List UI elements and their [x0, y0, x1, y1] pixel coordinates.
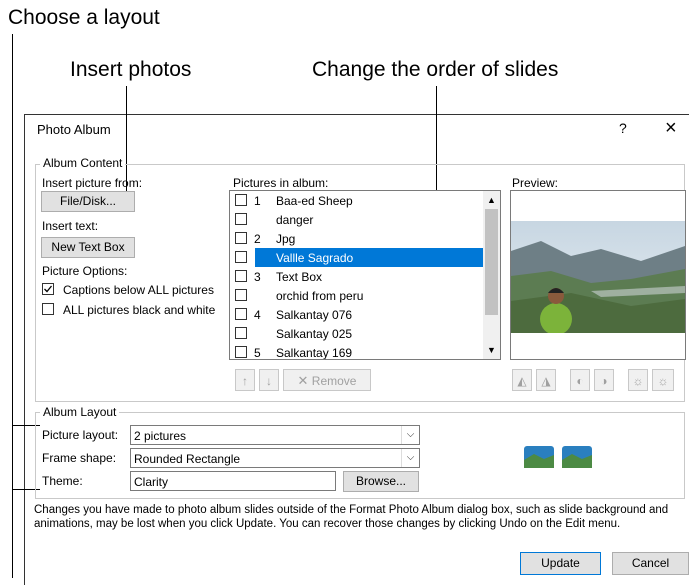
- rotate-left-button[interactable]: ◭: [512, 369, 532, 391]
- notice-text: Changes you have made to photo album sli…: [34, 504, 669, 530]
- dialog-title: Photo Album: [37, 122, 111, 137]
- callout-line-layout: [12, 34, 13, 578]
- picture-layout-value: 2 pictures: [134, 429, 187, 443]
- chevron-down-icon[interactable]: ⌵: [401, 449, 419, 467]
- picture-name: Text Box: [276, 270, 323, 284]
- theme-label: Theme:: [42, 474, 83, 488]
- picture-name: Jpg: [276, 232, 296, 246]
- rotate-left-icon: ◭: [517, 374, 527, 388]
- insert-picture-from-label: Insert picture from:: [42, 176, 143, 190]
- update-button[interactable]: Update: [520, 552, 601, 575]
- list-item[interactable]: 1 Baa-ed Sheep: [230, 191, 484, 210]
- picture-options-label: Picture Options:: [42, 264, 128, 278]
- picture-name: Vallle Sagrado: [276, 251, 354, 265]
- list-item[interactable]: Salkantay 025: [230, 324, 484, 343]
- file-disk-button-label: File/Disk...: [59, 194, 116, 208]
- browse-button-label: Browse...: [355, 474, 406, 488]
- frame-shape-value: Rounded Rectangle: [134, 452, 241, 466]
- picture-checkbox[interactable]: [235, 194, 247, 206]
- contrast-down-icon: ◑: [600, 374, 608, 388]
- picture-layout-select[interactable]: 2 pictures ⌵: [130, 425, 420, 445]
- update-button-label: Update: [541, 556, 580, 570]
- layout-preview: [516, 426, 600, 490]
- picture-checkbox[interactable]: [235, 308, 247, 320]
- brightness-up-icon: ☼: [632, 374, 644, 388]
- pictures-in-album-label: Pictures in album:: [233, 176, 329, 190]
- theme-field[interactable]: Clarity: [130, 471, 336, 491]
- picture-name: Baa-ed Sheep: [276, 194, 353, 208]
- list-item[interactable]: 4 Salkantay 076: [230, 305, 484, 324]
- captions-below-label: Captions below ALL pictures: [63, 283, 214, 297]
- pictures-scrollbar[interactable]: ▲ ▼: [483, 191, 500, 359]
- contrast-down-button[interactable]: ◑: [594, 369, 614, 391]
- captions-below-checkbox[interactable]: [42, 283, 54, 295]
- picture-layout-label: Picture layout:: [42, 428, 119, 442]
- list-item[interactable]: 2 Jpg: [230, 229, 484, 248]
- brightness-down-icon: ☼: [657, 374, 669, 388]
- checkmark-icon: [44, 285, 53, 293]
- frame-shape-select[interactable]: Rounded Rectangle ⌵: [130, 448, 420, 468]
- contrast-up-icon: ◐: [576, 374, 584, 388]
- remove-icon: ✕: [297, 373, 309, 388]
- picture-checkbox[interactable]: [235, 232, 247, 244]
- insert-text-label: Insert text:: [42, 219, 99, 233]
- picture-name: Salkantay 025: [276, 327, 353, 341]
- browse-button[interactable]: Browse...: [343, 471, 419, 492]
- close-icon[interactable]: ×: [665, 117, 677, 140]
- album-layout-label: Album Layout: [40, 405, 120, 419]
- cancel-button-label: Cancel: [631, 556, 670, 570]
- picture-number: 1: [254, 194, 261, 208]
- picture-checkbox[interactable]: [235, 270, 247, 282]
- list-item[interactable]: orchid from peru: [230, 286, 484, 305]
- picture-name: danger: [276, 213, 314, 227]
- picture-name: Salkantay 076: [276, 308, 353, 322]
- album-content-label: Album Content: [40, 156, 126, 170]
- scroll-up-icon[interactable]: ▲: [483, 195, 500, 205]
- callout-insert-photos: Insert photos: [70, 58, 192, 81]
- file-disk-button[interactable]: File/Disk...: [41, 191, 135, 212]
- move-down-button[interactable]: ↓: [259, 369, 279, 391]
- picture-number: 3: [254, 270, 261, 284]
- list-item[interactable]: 5 Salkantay 169: [230, 343, 484, 360]
- scroll-thumb[interactable]: [485, 209, 498, 315]
- pictures-listbox[interactable]: 1 Baa-ed Sheep danger 2 Jpg Vallle Sagrado 3 Te…: [229, 190, 501, 360]
- picture-checkbox[interactable]: [235, 251, 247, 263]
- rotate-right-icon: ◮: [541, 374, 551, 388]
- picture-number: 5: [254, 346, 261, 360]
- picture-checkbox[interactable]: [235, 213, 247, 225]
- preview-label: Preview:: [512, 176, 559, 190]
- layout-preview-icon: [524, 446, 592, 468]
- scroll-down-icon[interactable]: ▼: [483, 345, 500, 355]
- new-text-box-button[interactable]: New Text Box: [41, 237, 135, 258]
- black-white-label: ALL pictures black and white: [63, 303, 216, 317]
- frame-shape-label: Frame shape:: [42, 451, 117, 465]
- rotate-right-button[interactable]: ◮: [536, 369, 556, 391]
- picture-checkbox[interactable]: [235, 289, 247, 301]
- picture-name: Salkantay 169: [276, 346, 353, 360]
- remove-button-label: Remove: [311, 374, 357, 388]
- picture-name: orchid from peru: [276, 289, 364, 303]
- callout-choose-layout: Choose a layout: [8, 6, 160, 29]
- new-text-box-button-label: New Text Box: [51, 240, 125, 254]
- preview-image: [511, 221, 685, 333]
- black-white-checkbox[interactable]: [42, 303, 54, 315]
- help-button[interactable]: ?: [619, 120, 627, 136]
- cancel-button[interactable]: Cancel: [612, 552, 689, 575]
- brightness-up-button[interactable]: ☼: [628, 369, 648, 391]
- picture-checkbox[interactable]: [235, 327, 247, 339]
- list-item[interactable]: danger: [230, 210, 484, 229]
- contrast-up-button[interactable]: ◐: [570, 369, 590, 391]
- remove-button[interactable]: ✕ Remove: [283, 369, 371, 391]
- list-item[interactable]: 3 Text Box: [230, 267, 484, 286]
- chevron-down-icon[interactable]: ⌵: [401, 426, 419, 444]
- picture-number: 4: [254, 308, 261, 322]
- preview-box: [510, 190, 686, 360]
- move-up-button[interactable]: ↑: [235, 369, 255, 391]
- picture-number: 2: [254, 232, 261, 246]
- brightness-down-button[interactable]: ☼: [652, 369, 674, 391]
- picture-checkbox[interactable]: [235, 346, 247, 358]
- list-item[interactable]: Vallle Sagrado: [235, 248, 484, 267]
- theme-value: Clarity: [134, 475, 169, 489]
- callout-change-order: Change the order of slides: [312, 58, 559, 81]
